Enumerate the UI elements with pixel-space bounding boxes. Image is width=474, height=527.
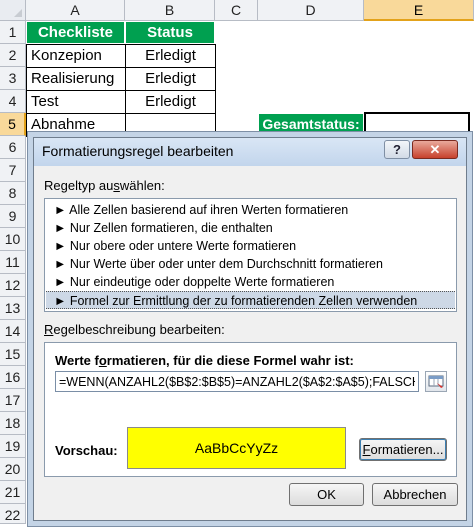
- format-preview: AaBbCcYyZz: [127, 427, 346, 469]
- row-header-20[interactable]: 20: [0, 458, 26, 481]
- rule-description-panel: Werte formatieren, für die diese Formel …: [44, 342, 457, 477]
- column-header-c[interactable]: C: [215, 0, 258, 21]
- row-header-22[interactable]: 22: [0, 504, 26, 524]
- row-header-15[interactable]: 15: [0, 343, 26, 366]
- cell-a5[interactable]: Abnahme: [26, 113, 126, 137]
- row-header-3[interactable]: 3: [0, 67, 26, 90]
- rule-type-item[interactable]: ► Alle Zellen basierend auf ihren Werten…: [46, 201, 455, 219]
- dialog-title: Formatierungsregel bearbeiten: [42, 143, 234, 159]
- rule-type-item[interactable]: ► Nur Zellen formatieren, die enthalten: [46, 219, 455, 237]
- row-header-9[interactable]: 9: [0, 205, 26, 228]
- row-header-5[interactable]: 5: [0, 113, 26, 136]
- row-header-18[interactable]: 18: [0, 412, 26, 435]
- row-header-4[interactable]: 4: [0, 90, 26, 113]
- row-header-2[interactable]: 2: [0, 44, 26, 67]
- range-select-button[interactable]: [425, 371, 447, 392]
- row-header-19[interactable]: 19: [0, 435, 26, 458]
- format-rule-dialog: Formatierungsregel bearbeiten ? ✕ Regelt…: [33, 137, 467, 521]
- cell-b3[interactable]: Erledigt: [125, 67, 216, 91]
- cancel-button[interactable]: Abbrechen: [372, 483, 458, 506]
- row-header-8[interactable]: 8: [0, 182, 26, 205]
- cell-a1[interactable]: Checkliste: [26, 21, 125, 44]
- cell-b1[interactable]: Status: [125, 21, 215, 44]
- help-button[interactable]: ?: [384, 140, 410, 159]
- cell-b2[interactable]: Erledigt: [125, 44, 216, 68]
- cell-a2[interactable]: Konzepion: [26, 44, 126, 68]
- cell-a3[interactable]: Realisierung: [26, 67, 126, 91]
- row-header-1[interactable]: 1: [0, 21, 26, 44]
- cell-b5[interactable]: [125, 113, 216, 137]
- column-header-b[interactable]: B: [125, 0, 215, 21]
- row-header-17[interactable]: 17: [0, 389, 26, 412]
- row-header-10[interactable]: 10: [0, 228, 26, 251]
- range-select-icon: [428, 375, 444, 388]
- row-header-16[interactable]: 16: [0, 366, 26, 389]
- cell-a4[interactable]: Test: [26, 90, 126, 114]
- rule-type-item[interactable]: ► Nur obere oder untere Werte formatiere…: [46, 237, 455, 255]
- rule-type-item[interactable]: ► Nur eindeutige oder doppelte Werte for…: [46, 273, 455, 291]
- row-header-13[interactable]: 13: [0, 297, 26, 320]
- row-header-14[interactable]: 14: [0, 320, 26, 343]
- formula-label: Werte formatieren, für die diese Formel …: [55, 353, 354, 368]
- row-header-7[interactable]: 7: [0, 159, 26, 182]
- cell-d5[interactable]: Gesamtstatus:: [258, 113, 364, 136]
- preview-label: Vorschau:: [55, 443, 118, 458]
- row-header-11[interactable]: 11: [0, 251, 26, 274]
- rule-type-item-selected[interactable]: ► Formel zur Ermittlung der zu formatier…: [46, 291, 455, 309]
- column-header-a[interactable]: A: [26, 0, 125, 21]
- close-button[interactable]: ✕: [412, 140, 458, 159]
- column-header-e[interactable]: E: [364, 0, 474, 21]
- column-header-d[interactable]: D: [258, 0, 364, 21]
- cell-b4[interactable]: Erledigt: [125, 90, 216, 114]
- dialog-titlebar[interactable]: Formatierungsregel bearbeiten ? ✕: [34, 138, 466, 166]
- rule-type-list[interactable]: ► Alle Zellen basierend auf ihren Werten…: [44, 198, 457, 312]
- rule-description-label: Regelbeschreibung bearbeiten:: [44, 322, 225, 337]
- rule-type-item[interactable]: ► Nur Werte über oder unter dem Durchsch…: [46, 255, 455, 273]
- row-header-21[interactable]: 21: [0, 481, 26, 504]
- row-header-6[interactable]: 6: [0, 136, 26, 159]
- format-button[interactable]: Formatieren...: [359, 438, 447, 461]
- select-all-corner[interactable]: [0, 0, 26, 21]
- ok-button[interactable]: OK: [289, 483, 364, 506]
- rule-type-label: Regeltyp auswählen:: [44, 178, 165, 193]
- formula-input[interactable]: [55, 371, 419, 392]
- row-header-12[interactable]: 12: [0, 274, 26, 297]
- cell-e5[interactable]: [364, 112, 470, 136]
